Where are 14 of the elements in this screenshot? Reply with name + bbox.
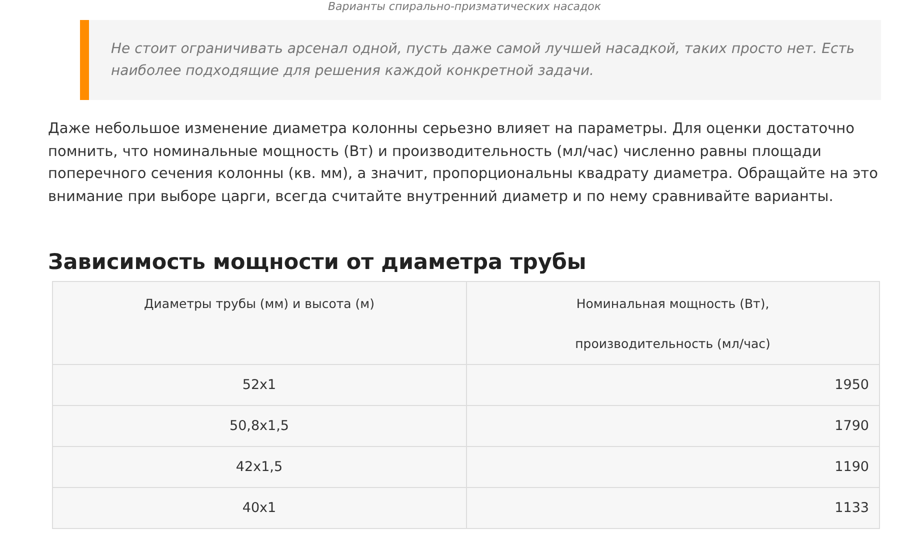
table-cell: 1190 — [466, 446, 880, 488]
table-cell: 40x1 — [52, 488, 466, 528]
table-cell: 1133 — [466, 488, 880, 528]
image-caption: Варианты спирально-призматических насадок — [326, 0, 602, 14]
blockquote: Не стоит ограничивать арсенал одной, пусть даже самой лучшей насадкой, таких просто нет. Есть наиболее подходящие для решения каждой конкретной задачи. — [80, 20, 881, 100]
table-cell: 1790 — [466, 406, 880, 446]
table-header-cell: Номинальная мощность (Вт), производительность (мл/час) — [466, 282, 880, 364]
table-cell: 42x1,5 — [52, 446, 466, 488]
table-cell: 52x1 — [52, 364, 466, 406]
table-cell: 50,8x1,5 — [52, 406, 466, 446]
table-header-cell: Диаметры трубы (мм) и высота (м) — [52, 282, 466, 364]
section-heading: Зависимость мощности от диаметра трубы — [48, 250, 588, 275]
paragraph: Даже небольшое изменение диаметра колонны серьезно влияет на параметры. Для оценки достаточно помнить, что номинальные мощность (Вт) и производительность (мл/час) численно равны площади поперечного сечения колонны (кв. мм), а значит, пропорциональны квадрату диаметра. Обращайте на это внимание при выборе царги, всегда считайте внутренний диаметр и по нему сравнивайте варианты. — [48, 120, 879, 206]
table-cell: 1950 — [466, 364, 880, 406]
